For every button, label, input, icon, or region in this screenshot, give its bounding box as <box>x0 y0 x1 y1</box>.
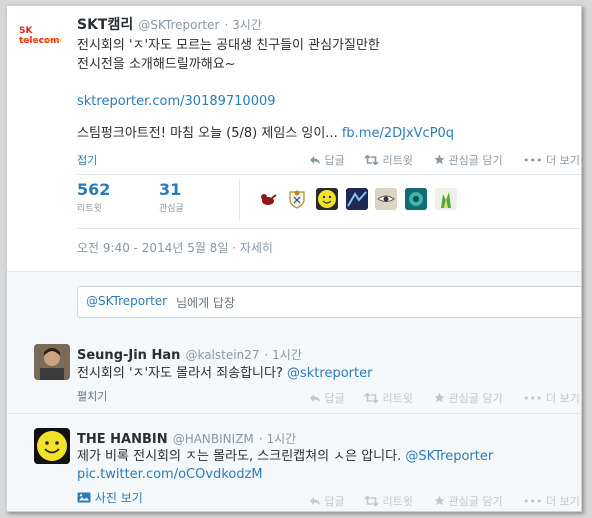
tweet-line-2: 전시전을 소개해드릴까해요~ <box>77 57 236 72</box>
collapse-link[interactable]: 접기 <box>77 152 97 168</box>
retweet-action[interactable]: 리트윗 <box>364 390 413 406</box>
reply-area: @SKTreporter 님에게 답장 <box>7 271 581 331</box>
retweet-action[interactable]: 리트윗 <box>364 152 413 168</box>
tweet-time[interactable]: · 1시간 <box>259 432 296 446</box>
divider <box>77 228 581 229</box>
tweet-link[interactable]: sktreporter.com/30189710009 <box>77 92 276 111</box>
tweet-text: 전시회의 'ㅈ'자도 모르는 공대생 친구들이 관심가질만한 전시전을 소개해드… <box>77 36 380 74</box>
mention-link[interactable]: @SKTreporter <box>405 449 493 464</box>
star-icon <box>434 392 445 406</box>
retweet-label: 리트윗 <box>77 204 102 214</box>
skt-telecom-avatar[interactable]: SK telecom Owner Partner <box>19 26 69 66</box>
reply-tweet: THE HANBIN @HANBINIZM · 1시간 제가 비록 전시회의 ㅈ… <box>7 414 581 511</box>
more-dots-icon: ••• <box>523 154 543 167</box>
retweet-count: 562 <box>77 180 111 199</box>
retweeter-avatar-7[interactable] <box>435 188 457 210</box>
more-dots-icon: ••• <box>523 495 543 508</box>
skt-logo-subtext: Owner Partner <box>19 37 63 44</box>
view-photo-link[interactable]: 사진 보기 <box>77 489 143 506</box>
reply-prefill-handle: @SKTreporter <box>86 294 168 308</box>
favorite-action[interactable]: 관심글 담기 <box>434 390 503 406</box>
avatar[interactable] <box>34 344 70 380</box>
author-name[interactable]: THE HANBIN <box>77 432 168 447</box>
star-icon <box>434 154 445 168</box>
retweeter-avatar-6[interactable] <box>405 188 427 210</box>
author-handle[interactable]: @HANBINIZM <box>173 432 254 446</box>
tweet-line-3: 스팀펑크아트전! 마침 오늘 (5/8) 제임스 잉이... fb.me/2DJ… <box>77 124 454 143</box>
reply-header: THE HANBIN @HANBINIZM · 1시간 <box>77 428 296 447</box>
more-action[interactable]: ••• 더 보기 <box>523 493 580 509</box>
details-link[interactable]: 자세히 <box>240 241 273 255</box>
fb-link[interactable]: fb.me/2DJxVcP0q <box>342 126 454 141</box>
main-tweet: SK telecom Owner Partner SKT캠리 @SKTrepor… <box>7 6 581 268</box>
reply-action[interactable]: 답글 <box>309 390 345 406</box>
reply-placeholder: 님에게 답장 <box>176 296 236 310</box>
retweeter-avatar-2[interactable] <box>286 188 308 210</box>
tweet-line-3-text: 스팀펑크아트전! 마침 오늘 (5/8) 제임스 잉이... <box>77 126 338 141</box>
retweet-icon <box>364 391 379 406</box>
reply-action[interactable]: 답글 <box>309 152 345 168</box>
reply-icon <box>309 496 321 509</box>
photo-icon <box>77 492 91 506</box>
tweet-line-1: 전시회의 'ㅈ'자도 모르는 공대생 친구들이 관심가질만한 <box>77 38 380 53</box>
more-action[interactable]: ••• 더 보기 <box>523 390 580 406</box>
retweeter-avatar-1[interactable] <box>257 188 279 210</box>
mention-link[interactable]: @sktreporter <box>287 366 372 381</box>
favorite-label: 관심글 <box>159 204 184 214</box>
favorite-stat[interactable]: 31 관심글 <box>159 180 184 214</box>
retweet-icon <box>364 494 379 509</box>
retweeter-avatar-4[interactable] <box>346 188 368 210</box>
reply-text: 전시회의 'ㅈ'자도 몰라서 죄송합니다? @sktreporter <box>77 366 373 381</box>
divider <box>77 174 581 175</box>
retweet-stat[interactable]: 562 리트윗 <box>77 180 110 214</box>
tweet-header: SKT캠리 @SKTreporter · 3시간 <box>77 14 262 34</box>
favorite-action[interactable]: 관심글 담기 <box>434 152 503 168</box>
author-handle[interactable]: @kalstein27 <box>185 348 259 362</box>
reply-icon <box>309 393 321 406</box>
reply-header: Seung-Jin Han @kalstein27 · 1시간 <box>77 344 302 363</box>
reply-action[interactable]: 답글 <box>309 493 345 509</box>
favorite-action[interactable]: 관심글 담기 <box>434 493 503 509</box>
timestamp-row: 오전 9:40 - 2014년 5월 8일 · 자세히 <box>77 241 273 255</box>
star-icon <box>434 495 445 509</box>
expand-link[interactable]: 펼치기 <box>77 388 107 404</box>
author-name[interactable]: SKT캠리 <box>77 17 133 33</box>
reply-input[interactable]: @SKTreporter 님에게 답장 <box>77 286 581 318</box>
stat-separator <box>239 180 240 220</box>
tweet-detail-window: SK telecom Owner Partner SKT캠리 @SKTrepor… <box>6 5 582 512</box>
reply-icon <box>309 155 321 168</box>
more-dots-icon: ••• <box>523 392 543 405</box>
reply-tweet: Seung-Jin Han @kalstein27 · 1시간 전시회의 'ㅈ'… <box>7 330 581 414</box>
author-handle[interactable]: @SKTreporter <box>138 18 219 32</box>
more-action[interactable]: ••• 더 보기 <box>523 152 580 168</box>
retweet-icon <box>364 153 379 168</box>
reply-text: 제가 비록 전시회의 ㅈ는 몰라도, 스크린캡쳐의 ㅅ은 압니다. @SKTre… <box>77 449 494 464</box>
retweeter-avatar-3[interactable] <box>316 188 338 210</box>
retweeter-avatar-5[interactable] <box>375 188 397 210</box>
tweet-time[interactable]: · 3시간 <box>225 18 262 32</box>
author-name[interactable]: Seung-Jin Han <box>77 348 180 363</box>
timestamp: 오전 9:40 - 2014년 5월 8일 <box>77 241 229 255</box>
retweet-action[interactable]: 리트윗 <box>364 493 413 509</box>
pic-link[interactable]: pic.twitter.com/oCOvdkodzM <box>77 465 263 484</box>
avatar[interactable] <box>34 428 70 464</box>
tweet-time[interactable]: · 1시간 <box>265 348 302 362</box>
favorite-count: 31 <box>159 180 182 199</box>
